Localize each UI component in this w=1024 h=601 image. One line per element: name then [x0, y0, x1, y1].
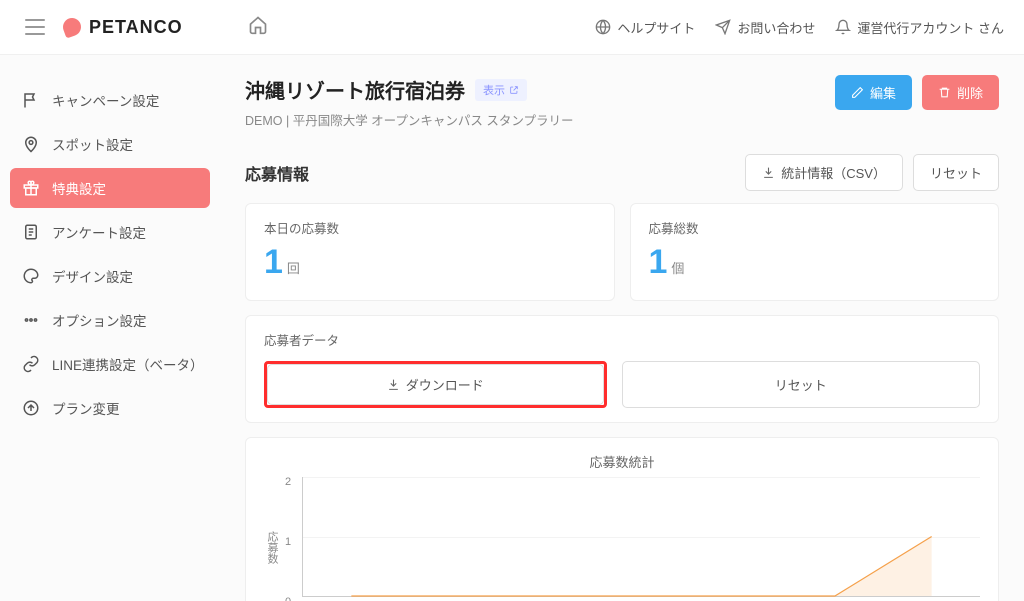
csv-export-button[interactable]: 統計情報（CSV）	[745, 154, 903, 191]
chart-ytick: 0	[285, 596, 291, 601]
stat-card-today: 本日の応募数 1 回	[245, 203, 615, 301]
applicant-data-card: 応募者データ ダウンロード リセット	[245, 315, 999, 423]
sidebar-item-design[interactable]: デザイン設定	[10, 256, 210, 296]
stat-total-label: 応募総数	[649, 218, 981, 237]
pencil-icon	[851, 86, 864, 99]
chart-plot-area: 012	[302, 477, 980, 597]
brand-text: PETANCO	[89, 17, 183, 38]
sidebar: キャンペーン設定 スポット設定 特典設定 アンケート設定 デザイン設定 オプショ…	[0, 55, 220, 601]
sidebar-item-label: プラン変更	[52, 398, 120, 418]
edit-button-label: 編集	[870, 83, 896, 102]
chart-title: 応募数統計	[264, 452, 980, 471]
stat-card-total: 応募総数 1 個	[630, 203, 1000, 301]
link-icon	[22, 355, 40, 373]
reset-applicant-button[interactable]: リセット	[622, 361, 981, 408]
sidebar-item-label: スポット設定	[52, 134, 133, 154]
delete-button[interactable]: 削除	[922, 75, 999, 110]
send-icon	[715, 19, 731, 35]
csv-export-label: 統計情報（CSV）	[781, 163, 886, 182]
brand-logo[interactable]: PETANCO	[63, 17, 183, 38]
pin-icon	[22, 135, 40, 153]
help-site-label: ヘルプサイト	[617, 18, 695, 37]
sidebar-item-label: キャンペーン設定	[52, 90, 159, 110]
sidebar-item-plan[interactable]: プラン変更	[10, 388, 210, 428]
account-menu[interactable]: 運営代行アカウント さん	[835, 18, 1004, 37]
reset-stats-button[interactable]: リセット	[913, 154, 999, 191]
page-title: 沖縄リゾート旅行宿泊券	[245, 75, 465, 104]
reset-applicant-label: リセット	[775, 375, 827, 394]
chart-ytick: 1	[285, 536, 291, 548]
gift-icon	[22, 179, 40, 197]
visibility-badge[interactable]: 表示	[475, 79, 527, 101]
external-link-icon	[509, 85, 519, 95]
sidebar-item-line[interactable]: LINE連携設定（ベータ）	[10, 344, 210, 384]
sidebar-item-label: デザイン設定	[52, 266, 133, 286]
sidebar-item-label: LINE連携設定（ベータ）	[52, 354, 198, 374]
palette-icon	[22, 267, 40, 285]
home-icon[interactable]	[248, 15, 268, 40]
dots-icon	[22, 311, 40, 329]
stat-total-unit: 個	[671, 258, 684, 277]
contact-label: お問い合わせ	[737, 18, 815, 37]
hamburger-menu-icon[interactable]	[25, 19, 45, 35]
reset-stats-label: リセット	[930, 163, 982, 182]
section-title: 応募情報	[245, 161, 309, 185]
contact-link[interactable]: お問い合わせ	[715, 18, 815, 37]
sidebar-item-option[interactable]: オプション設定	[10, 300, 210, 340]
stat-today-label: 本日の応募数	[264, 218, 596, 237]
chart-ylabel: 応募数	[264, 531, 280, 564]
clipboard-icon	[22, 223, 40, 241]
flag-icon	[22, 91, 40, 109]
stat-today-unit: 回	[287, 258, 300, 277]
arrow-up-circle-icon	[22, 399, 40, 417]
logo-mark-icon	[60, 15, 83, 38]
account-label: 運営代行アカウント さん	[857, 18, 1004, 37]
download-button-label: ダウンロード	[406, 375, 484, 394]
chart-card: 応募数統計 応募数 012 22日23日24日25日26日27日28日 応募数	[245, 437, 999, 601]
sidebar-item-survey[interactable]: アンケート設定	[10, 212, 210, 252]
edit-button[interactable]: 編集	[835, 75, 912, 110]
sidebar-item-label: 特典設定	[52, 178, 106, 198]
globe-icon	[595, 19, 611, 35]
sidebar-item-spot[interactable]: スポット設定	[10, 124, 210, 164]
applicant-data-label: 応募者データ	[264, 330, 980, 349]
trash-icon	[938, 86, 951, 99]
stat-today-value: 1	[264, 243, 283, 282]
breadcrumb: DEMO | 平丹国際大学 オープンキャンパス スタンプラリー	[245, 110, 574, 129]
sidebar-item-campaign[interactable]: キャンペーン設定	[10, 80, 210, 120]
download-icon	[762, 166, 775, 179]
bell-icon	[835, 19, 851, 35]
help-site-link[interactable]: ヘルプサイト	[595, 18, 695, 37]
chart-ytick: 2	[285, 476, 291, 488]
sidebar-item-reward[interactable]: 特典設定	[10, 168, 210, 208]
sidebar-item-label: オプション設定	[52, 310, 147, 330]
download-highlight: ダウンロード	[264, 361, 607, 408]
download-icon	[387, 378, 400, 391]
visibility-badge-label: 表示	[483, 82, 505, 98]
sidebar-item-label: アンケート設定	[52, 222, 146, 242]
stat-total-value: 1	[649, 243, 668, 282]
download-button[interactable]: ダウンロード	[267, 364, 604, 405]
delete-button-label: 削除	[957, 83, 983, 102]
